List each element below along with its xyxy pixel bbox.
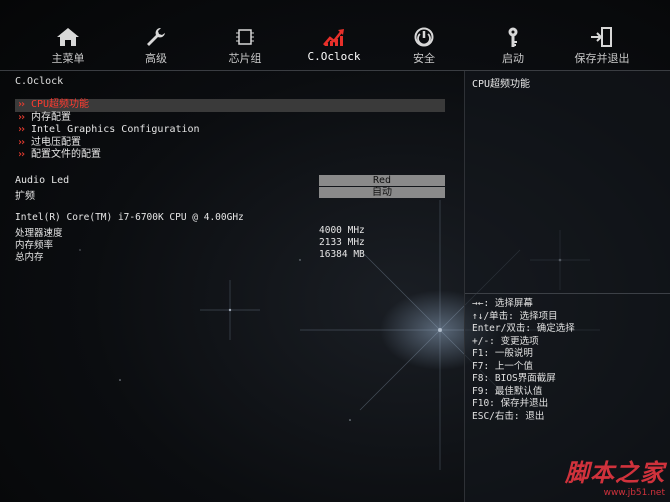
tab-label: 安全 <box>413 52 435 65</box>
double-chevron-right-icon: ›› <box>17 149 26 160</box>
overclock-chart-icon <box>323 29 344 46</box>
info-row-total-memory: 总内存 16384 MB <box>15 249 445 263</box>
tab-boot[interactable]: 启动 <box>475 26 551 66</box>
menu-item-memory-config[interactable]: ›› 内存配置 <box>15 112 445 125</box>
menu-item-label: 过电压配置 <box>31 136 81 148</box>
info-value: 16384 MB <box>319 249 365 260</box>
setting-spread-spectrum: 扩频 自动 <box>15 187 445 202</box>
menu-item-intel-graphics[interactable]: ›› Intel Graphics Configuration <box>15 124 445 137</box>
watermark-logo: 脚本之家 www.jb51.net <box>565 453 665 498</box>
key-legend-item: Enter/双击: 确定选择 <box>472 323 575 334</box>
info-label: 总内存 <box>15 252 44 263</box>
tab-label: 启动 <box>502 52 524 65</box>
info-row-cpu-speed: 处理器速度 4000 MHz <box>15 225 445 239</box>
help-panel: CPU超频功能 →←: 选择屏幕 ↑↓/单击: 选择项目 Enter/双击: 确… <box>464 71 670 502</box>
key-legend-item: F7: 上一个值 <box>472 360 533 372</box>
key-legend-item: F10: 保存并退出 <box>472 398 549 409</box>
audio-led-select[interactable]: Red <box>319 175 445 186</box>
menu-item-label: 内存配置 <box>31 111 71 123</box>
page-title: C.Oclock <box>15 76 64 87</box>
menu-item-label: 配置文件的配置 <box>31 149 101 160</box>
menu-item-cpu-overclock[interactable]: ›› CPU超频功能 <box>15 99 445 112</box>
info-value: 2133 MHz <box>319 237 365 248</box>
help-description: CPU超频功能 <box>472 79 531 90</box>
double-chevron-right-icon: ›› <box>17 111 26 123</box>
cpu-model-text: Intel(R) Core(TM) i7-6700K CPU @ 4.00GHz <box>15 212 244 223</box>
watermark-url: www.jb51.net <box>603 488 665 498</box>
tab-label: 保存并退出 <box>574 52 630 65</box>
tab-advanced[interactable]: 高级 <box>118 26 194 66</box>
shield-lock-icon <box>414 27 434 47</box>
spread-spectrum-select[interactable]: 自动 <box>319 187 445 198</box>
setting-label: 扩频 <box>15 191 35 202</box>
tab-label: 高级 <box>145 52 167 65</box>
submenu-list: ›› CPU超频功能 ›› 内存配置 ›› Intel Graphics Con… <box>15 99 445 162</box>
wrench-icon <box>147 28 165 46</box>
key-legend-item: +/-: 变更选项 <box>472 335 539 347</box>
help-divider <box>465 293 670 294</box>
top-navigation: 主菜单 高级 芯片组 C.Oclock 安全 启动 保存并退出 <box>0 0 670 70</box>
setting-audio-led: Audio Led Red <box>15 175 445 187</box>
key-legend: →←: 选择屏幕 ↑↓/单击: 选择项目 Enter/双击: 确定选择 +/-:… <box>472 298 575 423</box>
info-value: 4000 MHz <box>319 225 365 236</box>
tab-main-menu[interactable]: 主菜单 <box>30 26 106 66</box>
key-legend-item: F9: 最佳默认值 <box>472 385 543 397</box>
chip-icon <box>236 29 254 45</box>
exit-door-icon <box>591 27 612 47</box>
cpu-model: Intel(R) Core(TM) i7-6700K CPU @ 4.00GHz <box>15 212 445 224</box>
double-chevron-right-icon: ›› <box>17 124 26 135</box>
key-legend-item: →←: 选择屏幕 <box>472 298 533 309</box>
tab-chipset[interactable]: 芯片组 <box>207 26 283 66</box>
setting-label: Audio Led <box>15 175 70 186</box>
tab-label: C.Oclock <box>307 50 361 63</box>
double-chevron-right-icon: ›› <box>17 99 26 110</box>
menu-item-label: Intel Graphics Configuration <box>31 124 200 135</box>
home-icon <box>57 28 79 46</box>
key-legend-item: ↑↓/单击: 选择项目 <box>472 310 558 322</box>
tab-security[interactable]: 安全 <box>386 26 462 66</box>
key-legend-item: F1: 一般说明 <box>472 348 533 359</box>
key-legend-item: F8: BIOS界面截屏 <box>472 373 556 384</box>
double-chevron-right-icon: ›› <box>17 136 26 148</box>
tab-label: 主菜单 <box>51 52 85 65</box>
tab-label: 芯片组 <box>228 52 262 65</box>
info-row-memory-freq: 内存频率 2133 MHz <box>15 237 445 251</box>
key-legend-item: ESC/右击: 退出 <box>472 410 545 422</box>
tab-c-oclock[interactable]: C.Oclock <box>296 26 372 66</box>
menu-item-label: CPU超频功能 <box>31 99 90 110</box>
key-icon <box>508 27 518 47</box>
watermark-title: 脚本之家 <box>565 458 665 487</box>
tab-save-exit[interactable]: 保存并退出 <box>564 26 640 66</box>
menu-item-overvoltage[interactable]: ›› 过电压配置 <box>15 137 445 150</box>
menu-item-profile-config[interactable]: ›› 配置文件的配置 <box>15 149 445 162</box>
